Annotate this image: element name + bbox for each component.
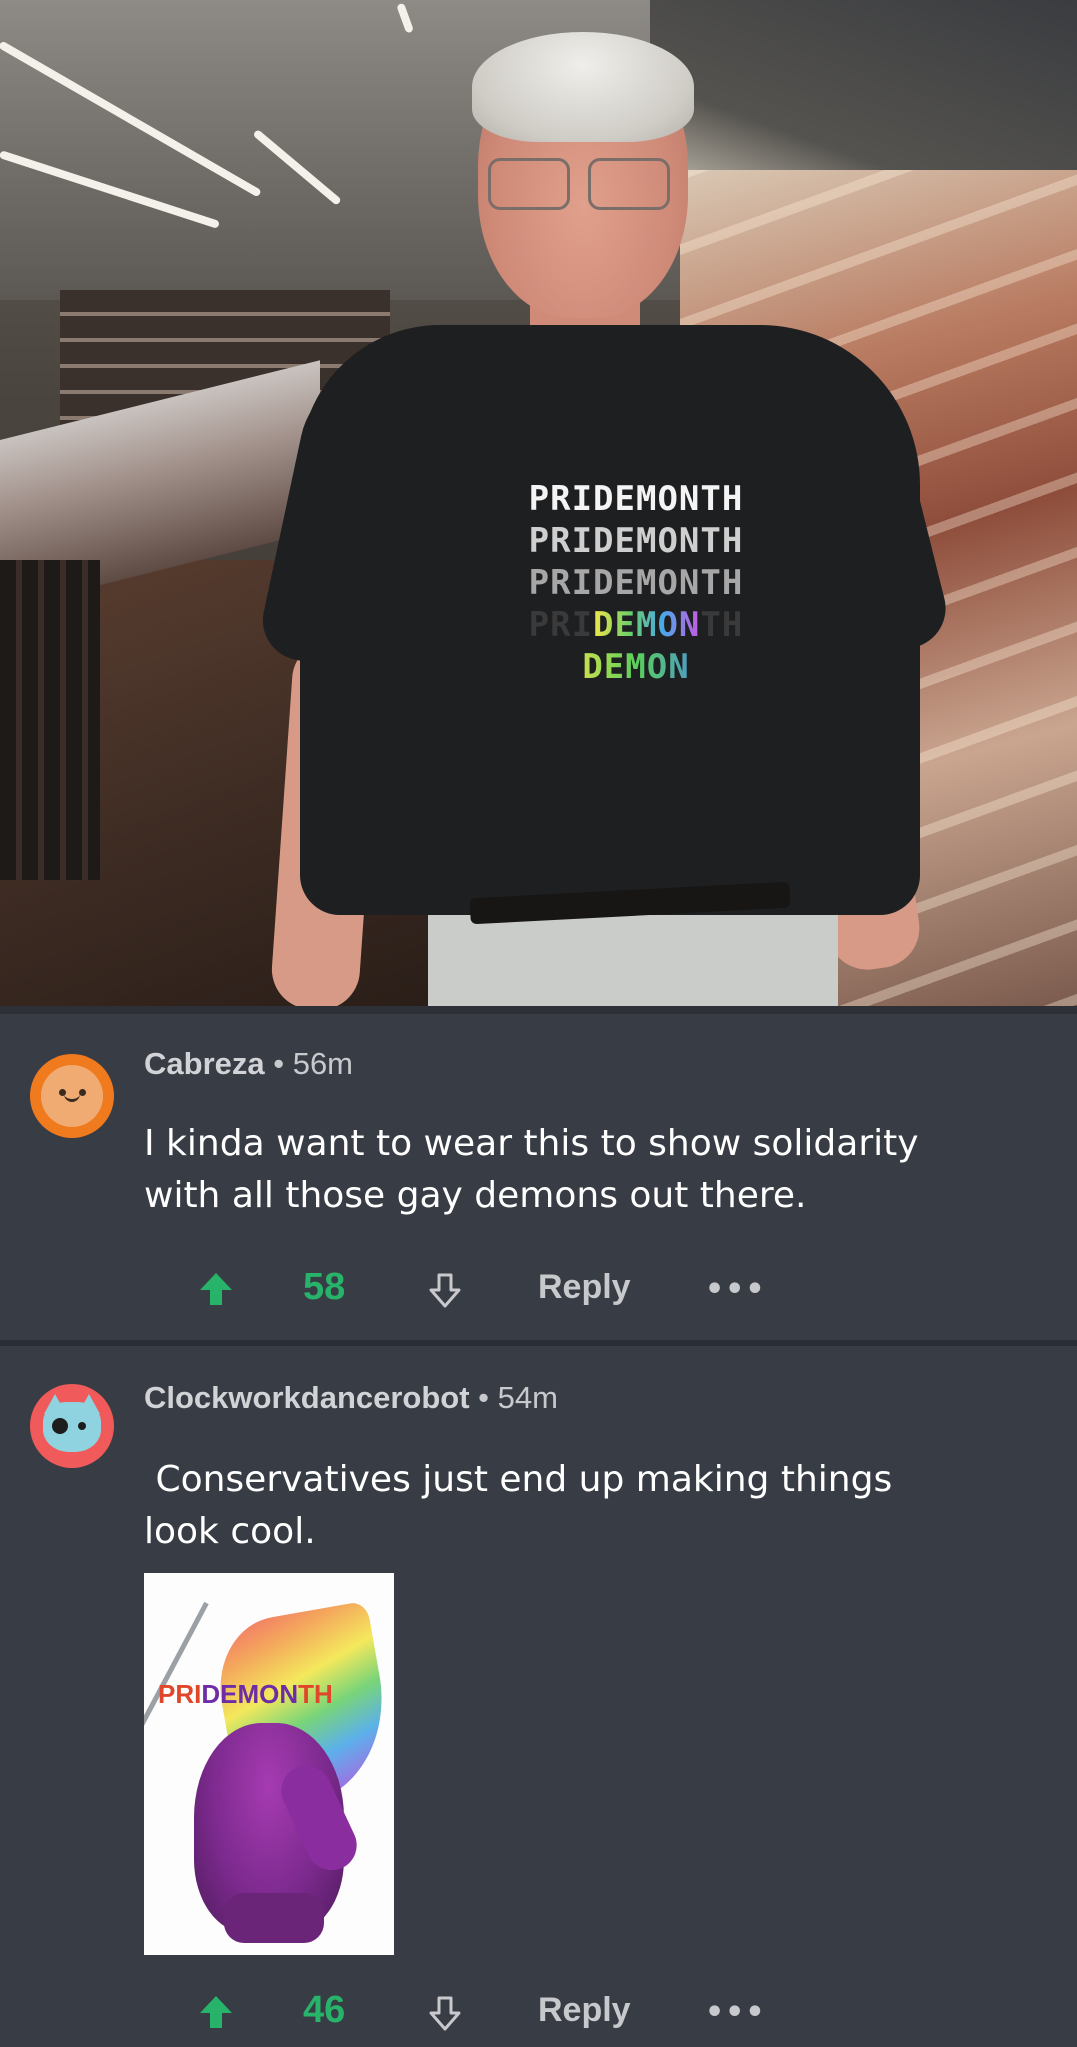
comment: Cabreza • 56m I kinda want to wear this … [0, 1014, 1077, 1340]
comment-time: 56m [292, 1046, 354, 1081]
vote-score: 46 [303, 1989, 346, 2031]
comment-meta: Cabreza • 56m [144, 1046, 353, 1082]
comment-author[interactable]: Cabreza [144, 1046, 265, 1081]
downvote-arrow-icon[interactable] [428, 1995, 462, 2033]
comment-actions: 58 Reply ••• [0, 1262, 1077, 1322]
upvote-arrow-icon[interactable] [197, 1270, 235, 1308]
downvote-arrow-icon[interactable] [428, 1272, 462, 1310]
meta-separator: • [469, 1380, 498, 1415]
reply-button[interactable]: Reply [538, 1268, 631, 1307]
shirt-line-3: PRIDEMONTH [528, 563, 744, 603]
comment-body-line: Conservatives just end up making things [144, 1459, 893, 1500]
post-divider [0, 1006, 1077, 1014]
shirt-line-4: PRIDEMONTH [528, 605, 744, 645]
shirt-print: PRIDEMONTH PRIDEMONTH PRIDEMONTH PRIDEMO… [486, 478, 786, 688]
person-hair [472, 32, 694, 142]
comment-meta: Clockworkdancerobot • 54m [144, 1380, 558, 1416]
comment-author[interactable]: Clockworkdancerobot [144, 1380, 470, 1415]
comment-body-line: I kinda want to wear this to show solida… [144, 1123, 919, 1164]
attachment-title: PRIDEMONTH [158, 1679, 333, 1709]
comment-body-line: with all those gay demons out there. [144, 1175, 807, 1216]
shirt-line-1: PRIDEMONTH [528, 479, 744, 519]
vote-score: 58 [303, 1266, 346, 1308]
post-image[interactable]: PRIDEMONTH PRIDEMONTH PRIDEMONTH PRIDEMO… [0, 0, 1077, 1008]
more-options-icon[interactable]: ••• [705, 1995, 766, 2030]
meta-separator: • [264, 1046, 293, 1081]
wine-bottles [0, 560, 100, 880]
comment-actions: 46 Reply ••• [0, 1989, 1077, 2047]
blue-cat-avatar-icon[interactable] [30, 1384, 114, 1468]
comment-body: Conservatives just end up making things … [144, 1454, 892, 1558]
orange-face-avatar-icon[interactable] [30, 1054, 114, 1138]
reply-button[interactable]: Reply [538, 1991, 631, 2030]
upvote-arrow-icon[interactable] [197, 1993, 235, 2031]
comment-body-line: look cool. [144, 1511, 316, 1552]
demon-legs [224, 1893, 324, 1943]
shirt-line-2: PRIDEMONTH [528, 521, 744, 561]
comment-attachment-image[interactable]: PRIDEMONTH [144, 1573, 394, 1955]
comment-body: I kinda want to wear this to show solida… [144, 1118, 919, 1222]
comment-time: 54m [497, 1380, 558, 1415]
shirt-line-5: DEMON [486, 646, 786, 688]
person-glasses [488, 158, 678, 212]
more-options-icon[interactable]: ••• [705, 1272, 766, 1307]
